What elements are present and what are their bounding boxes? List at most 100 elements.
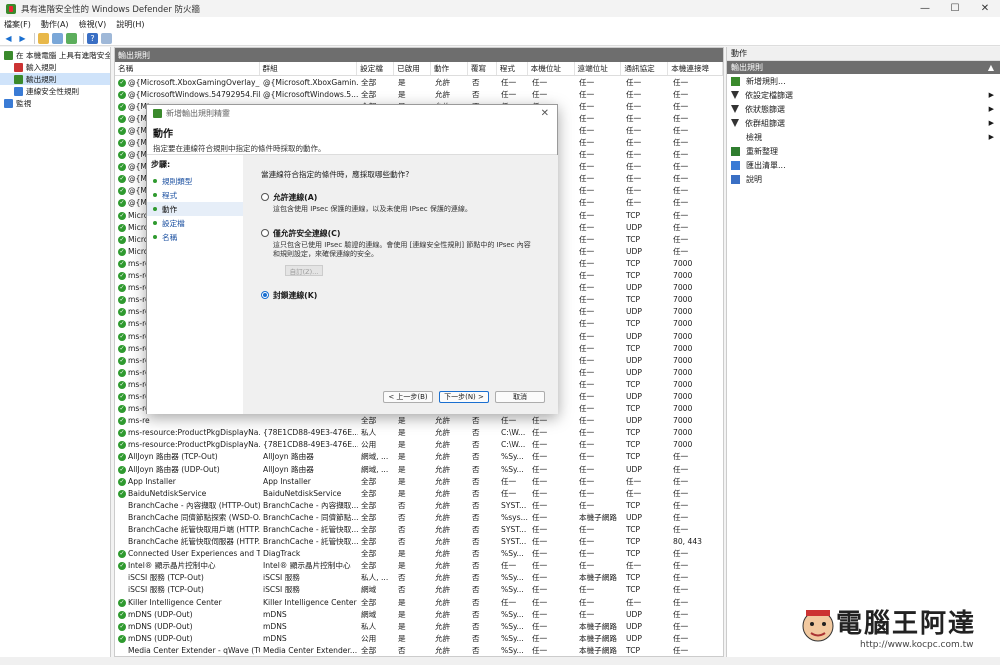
action-item[interactable]: 依群組篩選 ▶	[727, 116, 1000, 130]
column-header[interactable]: 群組	[260, 62, 358, 75]
option-title[interactable]: 允許連線(A)	[273, 192, 533, 203]
column-header[interactable]: 程式	[497, 62, 528, 75]
table-row[interactable]: iSCSI 服務 (TCP-Out) iSCSI 服務 網域 否 允許 否 %Sy... 任一…	[115, 584, 723, 596]
export-list-icon[interactable]	[66, 32, 77, 44]
table-cell: 任一	[673, 452, 689, 462]
wizard-step-label: 動作	[162, 204, 178, 214]
cancel-button[interactable]: 取消	[495, 391, 545, 403]
wizard-step[interactable]: 動作	[147, 202, 243, 216]
table-row[interactable]: Media Center Extender - qWave (TC... Medi…	[115, 644, 723, 656]
menu-view[interactable]: 檢視(V)	[79, 19, 107, 30]
firewall-app-icon	[6, 3, 16, 14]
table-cell: 任一	[673, 464, 689, 474]
action-item[interactable]: 重新整理	[727, 144, 1000, 158]
table-row[interactable]: BranchCache - 內容擷取 (HTTP-Out) BranchCache…	[115, 499, 723, 511]
radio-button[interactable]	[261, 229, 269, 237]
table-cell: 是	[398, 416, 406, 426]
table-row[interactable]: ✓ App Installer App Installer 全部是允許否任一 任一 任一任…	[115, 475, 723, 487]
customize-button[interactable]: 自訂(Z)...	[285, 265, 323, 276]
table-row[interactable]: ✓ Intel® 顯示晶片控制中心 Intel® 顯示晶片控制中心 全部是允許否任一任…	[115, 560, 723, 572]
column-header[interactable]: 名稱	[115, 62, 260, 75]
menu-help[interactable]: 說明(H)	[116, 19, 144, 30]
window-title: 具有進階安全性的 Windows Defender 防火牆	[21, 4, 201, 15]
table-row[interactable]: ✓ ms-resource:ProductPkgDisplayNa... {78E1…	[115, 427, 723, 439]
wizard-step[interactable]: 名稱	[147, 230, 243, 244]
menu-file[interactable]: 檔案(F)	[4, 19, 31, 30]
action-item[interactable]: 檢視 ▶	[727, 130, 1000, 144]
option-title[interactable]: 封鎖連線(K)	[273, 290, 317, 301]
wizard-step[interactable]: 程式	[147, 188, 243, 202]
action-item[interactable]: 說明	[727, 172, 1000, 186]
console-tree-icon[interactable]	[52, 32, 63, 44]
table-row[interactable]: ✓ mDNS (UDP-Out) mDNS 私人是允許否 %Sy... 任一 本機子網路 UD…	[115, 620, 723, 632]
table-cell: 否	[472, 500, 480, 510]
close-button[interactable]: ✕	[970, 0, 1000, 17]
radio-button[interactable]	[261, 291, 269, 299]
status-bar	[0, 657, 1000, 665]
action-item[interactable]: 依狀態篩選 ▶	[727, 102, 1000, 116]
table-cell: 任一	[626, 150, 642, 160]
column-header[interactable]: 已啟用	[394, 62, 431, 75]
rule-name: iSCSI 服務 (TCP-Out)	[128, 585, 204, 595]
tree-item-3[interactable]: 連線安全性規則	[0, 85, 110, 97]
folder-icon[interactable]	[38, 32, 49, 44]
tree-item-4[interactable]: 監視	[0, 97, 110, 109]
action-item[interactable]: 匯出清單...	[727, 158, 1000, 172]
wizard-close-button[interactable]: ✕	[541, 108, 549, 119]
minimize-button[interactable]: —	[910, 0, 940, 17]
table-row[interactable]: BranchCache 託管快取伺服器 (HTTP... BranchCache …	[115, 536, 723, 548]
tree-node-icon	[14, 62, 23, 72]
table-cell: 全部	[361, 561, 377, 571]
table-row[interactable]: ✓ ms-resource:ProductPkgDisplayNa... {78E1…	[115, 439, 723, 451]
wizard-step[interactable]: 設定檔	[147, 216, 243, 230]
tree-item-label: 監視	[16, 98, 32, 108]
table-cell: 允許	[435, 500, 451, 510]
table-cell: 7000	[673, 355, 693, 365]
table-row[interactable]: iSCSI 服務 (TCP-Out) iSCSI 服務 私人, ... 否 允許 否 %Sy…	[115, 572, 723, 584]
table-row[interactable]: BranchCache 同儕節點探索 (WSD-O... BranchCache …	[115, 511, 723, 523]
tree-item-0[interactable]: 在 本機電腦 上具有進階安全	[0, 49, 110, 61]
forward-arrow-icon[interactable]: ▶	[17, 33, 28, 44]
action-item[interactable]: 依設定檔篩選 ▶	[727, 88, 1000, 102]
actions-section-outbound[interactable]: 輸出規則 ▲	[727, 61, 1000, 74]
column-header[interactable]: 通訊協定	[621, 62, 669, 75]
watermark-url: http://www.kocpc.com.tw	[860, 640, 974, 650]
column-header[interactable]: 本機位址	[528, 62, 575, 75]
column-header[interactable]: 覆寫	[468, 62, 497, 75]
next-button[interactable]: 下一步(N) >	[439, 391, 489, 403]
enabled-check-icon: ✓	[118, 344, 126, 353]
table-cell: 否	[472, 452, 480, 462]
table-row[interactable]: ✓ Connected User Experiences and Tel... Di…	[115, 548, 723, 560]
properties-icon[interactable]	[101, 32, 112, 44]
table-row[interactable]: ✓ AllJoyn 路由器 (UDP-Out) AllJoyn 路由器 網域, ...…	[115, 463, 723, 475]
table-cell: 否	[472, 488, 480, 498]
tree-item-2[interactable]: 輸出規則	[0, 73, 110, 85]
action-item[interactable]: 新增規則...	[727, 74, 1000, 88]
menu-action[interactable]: 動作(A)	[41, 19, 69, 30]
table-row[interactable]: ✓ @{Microsoft.XboxGamingOverlay_2... @{Mic…	[115, 76, 723, 88]
table-row[interactable]: ✓ mDNS (UDP-Out) mDNS 公用是允許否 %Sy... 任一 本機子網路 UD…	[115, 632, 723, 644]
back-button[interactable]: < 上一步(B)	[383, 391, 433, 403]
table-row[interactable]: ✓ BaiduNetdiskService BaiduNetdiskService 全…	[115, 487, 723, 499]
table-row[interactable]: ✓ mDNS (UDP-Out) mDNS 網域是允許否 %Sy... 任一 任一 UDP 任一…	[115, 608, 723, 620]
back-arrow-icon[interactable]: ◀	[3, 33, 14, 44]
table-cell: 任一	[673, 222, 689, 232]
help-icon[interactable]: ?	[87, 32, 98, 44]
column-header[interactable]: 設定檔	[357, 62, 395, 75]
option-title[interactable]: 僅允許安全連線(C)	[273, 228, 533, 239]
table-row[interactable]: BranchCache 託管快取用戶端 (HTTP... BranchCache …	[115, 523, 723, 535]
table-row[interactable]: ✓ AllJoyn 路由器 (TCP-Out) AllJoyn 路由器 網域, ...…	[115, 451, 723, 463]
column-header[interactable]: 遠端位址	[575, 62, 622, 75]
column-header[interactable]: 本機連接埠	[668, 62, 723, 75]
table-row[interactable]: ✓ @{MicrosoftWindows.54792954.Fil... @{Mic…	[115, 88, 723, 100]
wizard-steps: 步驟: 規則類型 程式 動作 設定檔 名稱	[147, 155, 243, 414]
wizard-step[interactable]: 規則類型	[147, 174, 243, 188]
column-header[interactable]: 動作	[431, 62, 468, 75]
table-row[interactable]: ✓ Killer Intelligence Center Killer Intell…	[115, 596, 723, 608]
radio-button[interactable]	[261, 193, 269, 201]
table-row[interactable]: ✓ms-re 全部 是 允許 否 任一 任一 任一 UDP 7000	[115, 415, 723, 427]
tree-item-1[interactable]: 輸入規則	[0, 61, 110, 73]
table-cell: 全部	[361, 512, 377, 522]
maximize-button[interactable]: ☐	[940, 0, 970, 17]
table-cell: mDNS	[263, 621, 287, 631]
